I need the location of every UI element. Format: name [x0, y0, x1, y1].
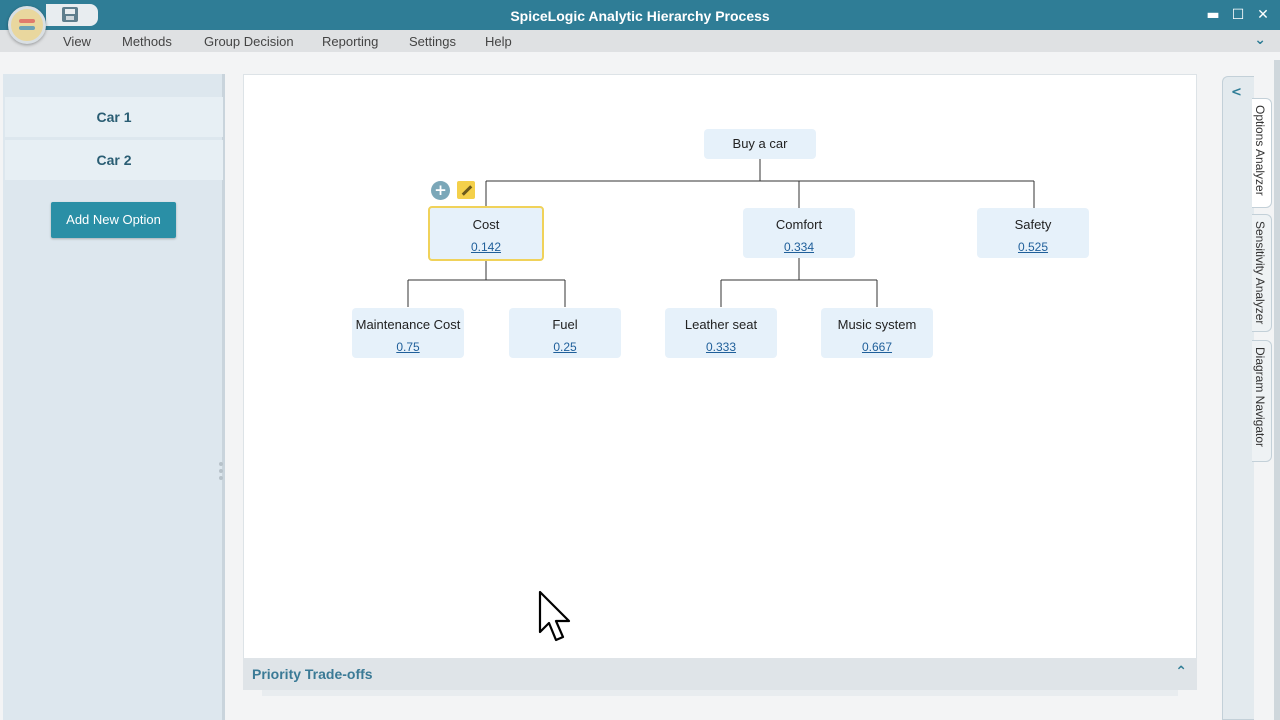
- node-weight[interactable]: 0.75: [352, 340, 464, 354]
- tab-label: Options Analyzer: [1253, 105, 1267, 196]
- panel-shadow: [262, 690, 1178, 696]
- add-new-option-button[interactable]: Add New Option: [51, 202, 176, 238]
- menu-reporting[interactable]: Reporting: [322, 34, 378, 49]
- menu-methods[interactable]: Methods: [122, 34, 172, 49]
- options-panel: Car 1 Car 2 Add New Option: [3, 74, 225, 720]
- chevron-up-icon[interactable]: ⌃: [1175, 664, 1187, 680]
- ribbon-expand-icon[interactable]: ⌄: [1254, 32, 1266, 48]
- priority-tradeoffs-panel[interactable]: Priority Trade-offs ⌃: [243, 658, 1197, 690]
- hierarchy-connectors: [407, 159, 1035, 307]
- menu-bar: View Methods Group Decision Reporting Se…: [0, 30, 1280, 52]
- node-title: Safety: [1014, 217, 1052, 232]
- node-weight[interactable]: 0.667: [821, 340, 933, 354]
- node-title: Comfort: [775, 217, 823, 232]
- hierarchy-canvas[interactable]: Buy a car + Cost 0.142 Comfort 0.334 Saf…: [243, 74, 1197, 658]
- node-title: Fuel: [552, 317, 578, 332]
- side-panel-rail: <: [1222, 76, 1254, 720]
- window-title: SpiceLogic Analytic Hierarchy Process: [510, 8, 770, 24]
- node-weight[interactable]: 0.333: [665, 340, 777, 354]
- option-item[interactable]: Car 1: [5, 97, 223, 137]
- mouse-cursor-icon: [538, 590, 571, 642]
- tab-diagram-navigator[interactable]: Diagram Navigator: [1252, 340, 1272, 462]
- node-title: Cost: [472, 217, 500, 232]
- criterion-node-cost[interactable]: Cost 0.142: [428, 206, 544, 261]
- edit-node-icon[interactable]: [457, 181, 475, 199]
- criterion-node-comfort[interactable]: Comfort 0.334: [743, 208, 855, 258]
- tab-label: Sensitivity Analyzer: [1253, 221, 1267, 325]
- title-bar: SpiceLogic Analytic Hierarchy Process ▬ …: [0, 0, 1280, 30]
- menu-group-decision[interactable]: Group Decision: [204, 34, 294, 49]
- subcriterion-node-leather-seat[interactable]: Leather seat 0.333: [665, 308, 777, 358]
- app-logo-icon: [19, 19, 35, 23]
- window-edge: [1274, 60, 1280, 720]
- node-weight[interactable]: 0.142: [430, 240, 542, 254]
- criterion-node-safety[interactable]: Safety 0.525: [977, 208, 1089, 258]
- node-weight[interactable]: 0.334: [743, 240, 855, 254]
- option-item[interactable]: Car 2: [5, 140, 223, 180]
- splitter-handle[interactable]: [219, 462, 223, 484]
- node-weight[interactable]: 0.25: [509, 340, 621, 354]
- tab-label: Diagram Navigator: [1253, 347, 1267, 448]
- close-button[interactable]: ✕: [1253, 5, 1273, 25]
- priority-tradeoffs-title: Priority Trade-offs: [252, 666, 373, 682]
- goal-node[interactable]: Buy a car: [704, 129, 816, 159]
- add-node-icon[interactable]: +: [431, 181, 450, 200]
- tab-options-analyzer[interactable]: Options Analyzer: [1252, 98, 1272, 208]
- chevron-left-icon[interactable]: <: [1231, 85, 1242, 100]
- subcriterion-node-maintenance-cost[interactable]: Maintenance Cost 0.75: [352, 308, 464, 358]
- minimize-button[interactable]: ▬: [1203, 5, 1223, 25]
- menu-view[interactable]: View: [63, 34, 91, 49]
- node-title: Maintenance Cost: [355, 317, 461, 332]
- node-title: Music system: [837, 317, 917, 332]
- menu-help[interactable]: Help: [485, 34, 512, 49]
- subcriterion-node-fuel[interactable]: Fuel 0.25: [509, 308, 621, 358]
- maximize-button[interactable]: ☐: [1228, 5, 1248, 25]
- node-title: Leather seat: [684, 317, 758, 332]
- node-weight[interactable]: 0.525: [977, 240, 1089, 254]
- menu-settings[interactable]: Settings: [409, 34, 456, 49]
- application-menu-button[interactable]: [8, 6, 46, 44]
- subcriterion-node-music-system[interactable]: Music system 0.667: [821, 308, 933, 358]
- tab-sensitivity-analyzer[interactable]: Sensitivity Analyzer: [1252, 214, 1272, 332]
